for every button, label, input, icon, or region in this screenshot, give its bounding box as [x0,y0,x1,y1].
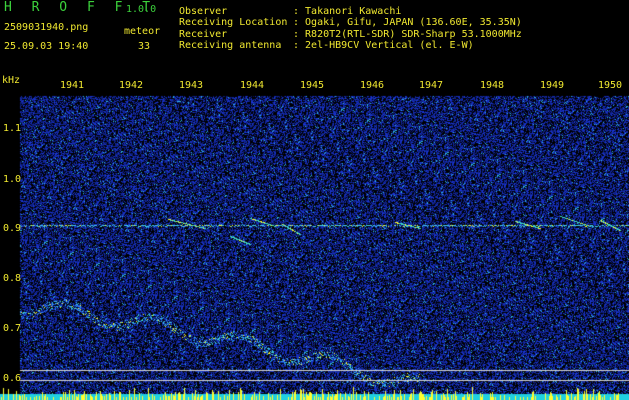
spectrogram-canvas [0,76,629,400]
y-tick-1.0: 1.0 [3,174,22,185]
y-tick-0.6: 0.6 [3,373,22,384]
info-value-receiver: : R820T2(RTL-SDR) SDR-Sharp 53.1000MHz [293,29,522,40]
info-value-observer: : Takanori Kawachi [293,6,402,17]
header: H R O F F T 1.0.0 2509031940.png 25.09.0… [0,0,629,76]
y-tick-0.7: 0.7 [3,323,22,334]
x-tick-1949: 1949 [540,80,565,91]
x-tick-1950: 1950 [598,80,623,91]
info-key-receiver: Receiver [179,29,228,40]
file-name: 2509031940.png [4,22,89,33]
file-datetime: 25.09.03 19:40 [4,41,89,52]
x-tick-1941: 1941 [60,80,85,91]
y-axis-unit: kHz [2,75,21,86]
x-tick-1944: 1944 [240,80,265,91]
x-tick-1945: 1945 [300,80,325,91]
x-tick-1942: 1942 [119,80,144,91]
x-tick-1943: 1943 [179,80,204,91]
x-tick-1947: 1947 [419,80,444,91]
info-key-antenna: Receiving antenna [179,40,282,51]
y-tick-1.1: 1.1 [3,123,22,134]
meteor-count: 33 [138,41,151,52]
info-key-observer: Observer [179,6,228,17]
spectrogram-panel: kHz 1.1 1.0 0.9 0.8 0.7 0.6 1941 1942 19… [0,76,629,400]
info-key-location: Receiving Location [179,17,288,28]
info-value-location: : Ogaki, Gifu, JAPAN (136.60E, 35.35N) [293,17,522,28]
x-tick-1946: 1946 [360,80,385,91]
meteor-label: meteor [124,26,161,37]
info-value-antenna: : 2el-HB9CV Vertical (el. E-W) [293,40,474,51]
y-tick-0.9: 0.9 [3,223,22,234]
x-tick-1948: 1948 [480,80,505,91]
y-tick-0.8: 0.8 [3,273,22,284]
app-version: 1.0.0 [126,4,157,15]
